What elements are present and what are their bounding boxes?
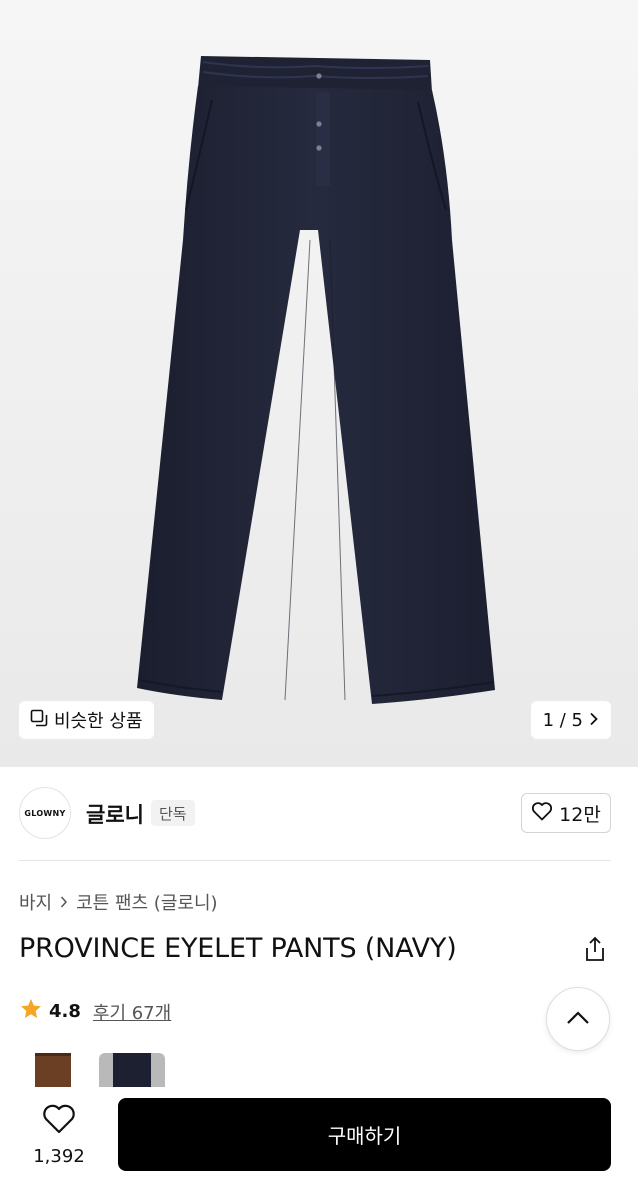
similar-products-button[interactable]: 비슷한 상품 [19,701,154,739]
wishlist-button[interactable]: 1,392 [19,1103,99,1173]
pager-text: 1 / 5 [542,709,583,731]
rating-score: 4.8 [49,1001,81,1022]
product-image-gallery[interactable]: 비슷한 상품 1 / 5 [0,0,638,767]
bottom-action-bar: 1,392 구매하기 [0,1087,638,1200]
share-icon [583,936,607,966]
product-image-pants [137,56,495,704]
breadcrumb-category[interactable]: 바지 [19,889,52,915]
chevron-right-icon [60,892,68,913]
wishlist-count: 1,392 [33,1146,85,1167]
brand-row: GLOWNY 글로니 단독 12만 [0,767,638,860]
exclusive-badge: 단독 [151,800,195,826]
brand-like-count: 12만 [559,803,601,826]
scroll-to-top-button[interactable] [546,987,610,1051]
buy-button[interactable]: 구매하기 [118,1098,611,1171]
product-title: PROVINCE EYELET PANTS (NAVY) [19,933,457,964]
breadcrumb: 바지 코튼 팬츠 (글로니) [19,889,218,915]
divider [19,860,611,861]
star-icon [19,997,43,1026]
reviews-link[interactable]: 후기 67개 [93,999,171,1025]
brand-like-button[interactable]: 12만 [521,793,611,833]
chevron-right-icon [589,710,599,731]
brand-name[interactable]: 글로니 [86,799,144,829]
copy-squares-icon [30,709,48,732]
heart-outline-icon [531,801,553,826]
breadcrumb-subcategory[interactable]: 코튼 팬츠 (글로니) [76,889,217,915]
brand-logo[interactable]: GLOWNY [19,787,71,839]
image-pager[interactable]: 1 / 5 [530,701,611,739]
share-button[interactable] [580,936,610,966]
rating-row: 4.8 후기 67개 [19,997,171,1026]
heart-outline-icon [41,1103,77,1140]
chevron-up-icon [566,1010,590,1029]
similar-products-label: 비슷한 상품 [54,711,143,732]
brand-logo-text: GLOWNY [24,808,66,818]
